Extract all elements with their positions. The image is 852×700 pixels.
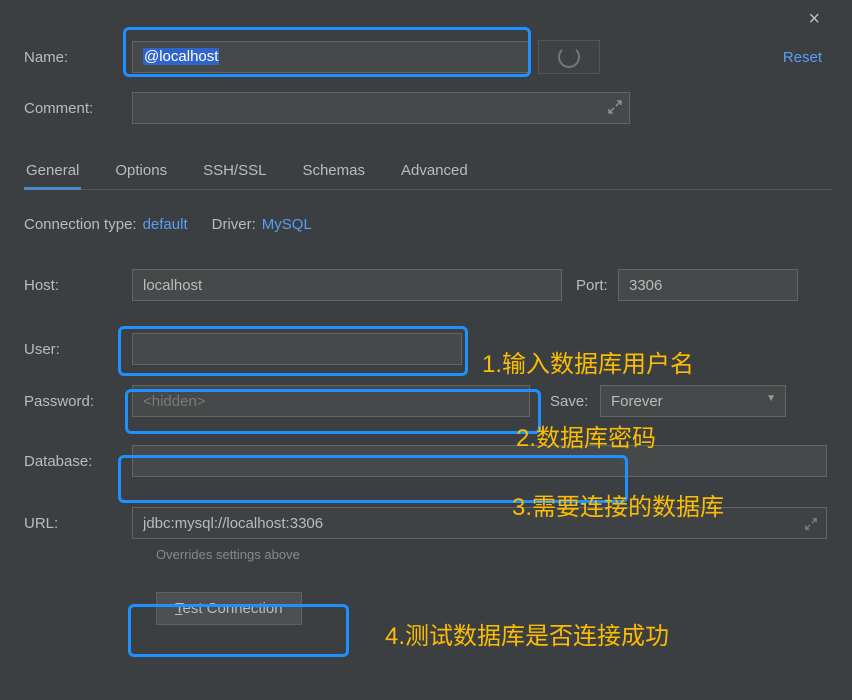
comment-field-wrap: [132, 92, 630, 124]
password-label: Password:: [24, 393, 132, 410]
override-hint: Overrides settings above: [156, 547, 832, 562]
tab-bar: General Options SSH/SSL Schemas Advanced: [24, 154, 832, 190]
test-connection-mnemonic: T: [175, 600, 183, 617]
comment-field[interactable]: [132, 92, 630, 124]
name-label: Name:: [24, 49, 132, 66]
database-field[interactable]: [132, 445, 827, 477]
port-field[interactable]: [618, 269, 798, 301]
save-select[interactable]: [600, 385, 786, 417]
connection-type-label: Connection type:: [24, 216, 137, 233]
host-label: Host:: [24, 277, 132, 294]
save-label: Save:: [550, 393, 600, 410]
database-label: Database:: [24, 453, 132, 470]
host-field[interactable]: [132, 269, 562, 301]
url-label: URL:: [24, 515, 132, 532]
name-value: @localhost: [143, 48, 219, 65]
driver-label: Driver:: [212, 216, 256, 233]
user-label: User:: [24, 341, 132, 358]
comment-label: Comment:: [24, 100, 132, 117]
name-aux-box: [538, 40, 600, 74]
tab-advanced[interactable]: Advanced: [399, 154, 470, 189]
test-connection-label: est Connection: [183, 600, 283, 617]
close-icon[interactable]: ×: [808, 8, 820, 31]
connection-type-value[interactable]: default: [143, 216, 188, 233]
test-connection-button[interactable]: Test Connection: [156, 592, 302, 625]
tab-general[interactable]: General: [24, 154, 81, 189]
password-field[interactable]: [132, 385, 530, 417]
tab-ssh-ssl[interactable]: SSH/SSL: [201, 154, 268, 189]
driver-value[interactable]: MySQL: [262, 216, 312, 233]
tab-options[interactable]: Options: [113, 154, 169, 189]
connection-info: Connection type: default Driver: MySQL: [24, 216, 832, 233]
name-field[interactable]: @localhost: [132, 41, 530, 73]
loading-spinner-icon: [558, 46, 580, 68]
port-label: Port:: [576, 277, 618, 294]
url-field[interactable]: [132, 507, 827, 539]
user-field[interactable]: [132, 333, 462, 365]
tab-schemas[interactable]: Schemas: [300, 154, 367, 189]
reset-link[interactable]: Reset: [783, 49, 822, 66]
